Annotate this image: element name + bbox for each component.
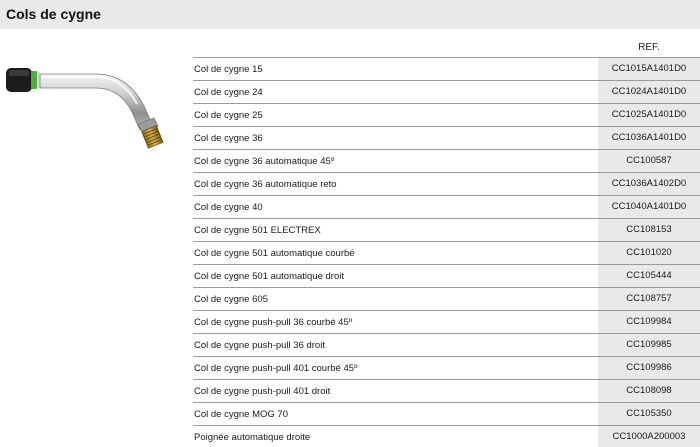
product-ref: CC1036A1402D0: [598, 173, 700, 195]
product-ref: CC109985: [598, 334, 700, 356]
table-header: REF.: [193, 39, 700, 58]
product-name: Col de cygne 36 automatique reto: [194, 179, 337, 190]
table-row: Col de cygne 501 automatique droit CC1054…: [193, 265, 700, 288]
product-ref: CC1024A1401D0: [598, 81, 700, 103]
product-ref: CC100587: [598, 150, 700, 172]
product-ref: CC109984: [598, 311, 700, 333]
table-row: Col de cygne push-pull 401 droit CC108098: [193, 380, 700, 403]
product-name: Col de cygne push-pull 36 courbé 45º: [194, 317, 353, 328]
product-name: Col de cygne 24: [194, 87, 263, 98]
product-ref: CC105350: [598, 403, 700, 425]
product-name: Col de cygne 501 ELECTREX: [194, 225, 321, 236]
page: Cols de cygne REF. Col de cygne 15 CC101…: [0, 0, 700, 447]
product-ref: CC1036A1401D0: [598, 127, 700, 149]
swan-neck-torch-icon: [6, 68, 164, 149]
table-row: Poignée automatique droite CC1000A200003: [193, 426, 700, 447]
product-ref: CC109986: [598, 357, 700, 379]
table-row: Col de cygne 15 CC1015A1401D0: [193, 58, 700, 81]
table-row: Col de cygne 501 automatique courbé CC101…: [193, 242, 700, 265]
product-ref: CC1040A1401D0: [598, 196, 700, 218]
table-row: Col de cygne MOG 70 CC105350: [193, 403, 700, 426]
product-name: Col de cygne push-pull 36 droit: [194, 340, 325, 351]
product-ref: CC1025A1401D0: [598, 104, 700, 126]
table-row: Col de cygne 40 CC1040A1401D0: [193, 196, 700, 219]
table-row: Col de cygne 24 CC1024A1401D0: [193, 81, 700, 104]
product-ref: CC108098: [598, 380, 700, 402]
product-name: Col de cygne push-pull 401 droit: [194, 386, 331, 397]
product-ref: CC108153: [598, 219, 700, 241]
product-name: Col de cygne push-pull 401 courbé 45º: [194, 363, 358, 374]
table-row: Col de cygne 36 automatique 45º CC100587: [193, 150, 700, 173]
table-row: Col de cygne push-pull 36 courbé 45º CC10…: [193, 311, 700, 334]
page-title: Cols de cygne: [6, 6, 101, 22]
product-ref: CC1015A1401D0: [598, 58, 700, 80]
ref-column-header: REF.: [638, 42, 660, 53]
table-body: Col de cygne 15 CC1015A1401D0 Col de cygne…: [193, 58, 700, 447]
table-row: Col de cygne 36 automatique reto CC1036A1…: [193, 173, 700, 196]
product-ref: CC105444: [598, 265, 700, 287]
product-name: Col de cygne 36 automatique 45º: [194, 156, 335, 167]
product-name: Col de cygne 40: [194, 202, 263, 213]
section-header: Cols de cygne: [0, 0, 700, 29]
product-name: Poignée automatique droite: [194, 432, 311, 443]
product-name: Col de cygne 605: [194, 294, 268, 305]
product-name: Col de cygne 501 automatique droit: [194, 271, 344, 282]
product-name: Col de cygne 501 automatique courbé: [194, 248, 355, 259]
reference-table: REF. Col de cygne 15 CC1015A1401D0 Col de …: [193, 39, 700, 447]
table-row: Col de cygne push-pull 401 courbé 45º CC1…: [193, 357, 700, 380]
table-row: Col de cygne 605 CC108757: [193, 288, 700, 311]
product-name: Col de cygne 36: [194, 133, 263, 144]
table-row: Col de cygne 36 CC1036A1401D0: [193, 127, 700, 150]
product-name: Col de cygne 25: [194, 110, 263, 121]
table-row: Col de cygne push-pull 36 droit CC109985: [193, 334, 700, 357]
table-row: Col de cygne 25 CC1025A1401D0: [193, 104, 700, 127]
product-ref: CC101020: [598, 242, 700, 264]
table-row: Col de cygne 501 ELECTREX CC108153: [193, 219, 700, 242]
product-name: Col de cygne 15: [194, 64, 263, 75]
product-ref: CC108757: [598, 288, 700, 310]
product-name: Col de cygne MOG 70: [194, 409, 288, 420]
product-ref: CC1000A200003: [598, 426, 700, 447]
